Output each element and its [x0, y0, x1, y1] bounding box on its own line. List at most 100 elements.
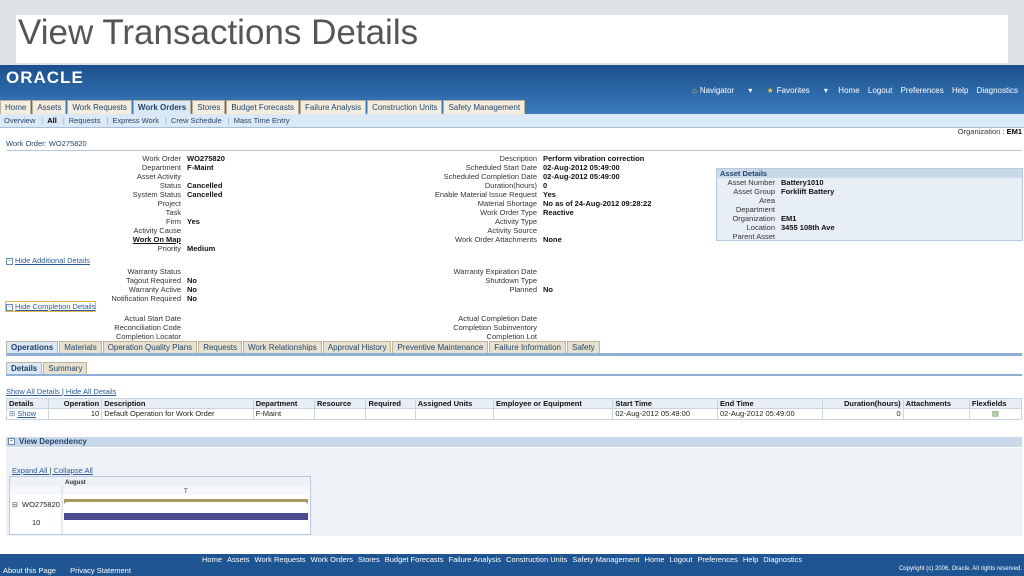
- field-row: Activity Source: [0, 226, 651, 235]
- field-label: Shutdown Type: [485, 276, 537, 285]
- main-tabs: Home Assets Work Requests Work Orders Stores…: [0, 100, 526, 114]
- field-row: Warranty Expiration Date: [0, 267, 553, 276]
- hide-completion-toggle[interactable]: − Hide Completion Details: [4, 301, 97, 312]
- asset-field-row: Asset Number Battery1010: [717, 178, 1022, 187]
- tab-assets[interactable]: Assets: [32, 100, 67, 114]
- expand-icon[interactable]: ⊞: [9, 409, 15, 418]
- gantt-chart: August T ⊟ WO275820 10: [9, 476, 311, 535]
- tab-budget-forecasts[interactable]: Budget Forecasts: [226, 100, 300, 114]
- field-row: Priority Medium: [0, 244, 225, 253]
- subnav-separator: |: [62, 116, 65, 125]
- asset-field-row: Parent Asset: [717, 232, 1022, 241]
- field-value: 02-Aug-2012 05:49:00: [543, 172, 620, 181]
- footer-link[interactable]: Stores: [358, 555, 380, 564]
- tab-stores[interactable]: Stores: [192, 100, 226, 114]
- global-link[interactable]: Preferences: [901, 86, 944, 95]
- about-page-link[interactable]: About this Page: [3, 566, 56, 575]
- table-header-row: Details Operation Description Department Res…: [5, 398, 1023, 409]
- cell-resource: [314, 408, 367, 420]
- show-details-link[interactable]: Show: [17, 409, 36, 418]
- field-value: None: [543, 235, 562, 244]
- asset-field-label: Area: [759, 196, 775, 205]
- asset-field-row: Department: [717, 205, 1022, 214]
- asset-field-value: Battery1010: [781, 178, 824, 187]
- field-row: Activity Type: [0, 217, 651, 226]
- footer-link[interactable]: Logout: [669, 555, 692, 564]
- footer-link[interactable]: Failure Analysis: [449, 555, 502, 564]
- field-label: Work Order Attachments: [455, 235, 537, 244]
- favorites-menu[interactable]: ★ Favorites ▾: [767, 86, 828, 95]
- footer-link[interactable]: Work Requests: [255, 555, 306, 564]
- field-label: Planned: [509, 285, 537, 294]
- footer-link[interactable]: Home: [644, 555, 664, 564]
- subnav-item[interactable]: Requests: [69, 116, 101, 125]
- tab-failure-analysis[interactable]: Failure Analysis: [300, 100, 367, 114]
- navigator-favorites: ⌂ Navigator ▾ ★ Favorites ▾: [692, 86, 840, 95]
- brand-bar: ORACLE ⌂ Navigator ▾ ★ Favorites ▾ Home Lo…: [0, 65, 1024, 115]
- tab-work-orders[interactable]: Work Orders: [132, 100, 192, 114]
- table-row: ⊞ Show 10 Default Operation for Work Order F…: [5, 408, 1023, 420]
- footer-link[interactable]: Budget Forecasts: [385, 555, 444, 564]
- hide-additional-toggle[interactable]: − Hide Additional Details: [6, 256, 90, 265]
- field-label: Description: [499, 154, 537, 163]
- field-value: Perform vibration correction: [543, 154, 645, 163]
- collapse-icon: −: [8, 438, 15, 446]
- tab-work-requests[interactable]: Work Requests: [67, 100, 132, 114]
- column-header: Description: [101, 398, 254, 409]
- tab-home[interactable]: Home: [0, 100, 32, 114]
- show-all-details-link[interactable]: Show All Details: [6, 387, 60, 396]
- column-header: Employee or Equipment: [493, 398, 614, 409]
- slide-title-bar: View Transactions Details: [16, 15, 1008, 63]
- footer-link[interactable]: Safety Management: [572, 555, 639, 564]
- subnav-separator: |: [41, 116, 44, 125]
- subnav-item[interactable]: Crew Schedule: [171, 116, 222, 125]
- cell-duration: 0: [821, 408, 904, 420]
- field-row: Completion Lot: [0, 332, 543, 341]
- gantt-month: August: [65, 480, 86, 486]
- cell-required: [365, 408, 416, 420]
- global-link[interactable]: Help: [952, 86, 968, 95]
- navigator-menu[interactable]: ⌂ Navigator ▾: [692, 86, 752, 95]
- footer-link[interactable]: Diagnostics: [763, 555, 802, 564]
- subnav-item[interactable]: All: [47, 116, 57, 125]
- additional-right: Warranty Expiration Date Shutdown Type Pla…: [0, 267, 553, 294]
- global-link[interactable]: Diagnostics: [977, 86, 1018, 95]
- hide-all-details-link[interactable]: Hide All Details: [66, 387, 116, 396]
- flexfield-icon[interactable]: ▤: [992, 409, 999, 418]
- subnav-item[interactable]: Mass Time Entry: [234, 116, 290, 125]
- footer: Home Assets Work Requests Work Orders Stores…: [0, 554, 1024, 576]
- privacy-link[interactable]: Privacy Statement: [70, 566, 131, 575]
- field-row: Completion Subinventory: [0, 323, 543, 332]
- tab-construction-units[interactable]: Construction Units: [367, 100, 443, 114]
- footer-link[interactable]: Assets: [227, 555, 250, 564]
- footer-link[interactable]: Home: [202, 555, 222, 564]
- gantt-header-bg: [10, 477, 310, 486]
- footer-link[interactable]: Preferences: [697, 555, 737, 564]
- field-row: Actual Completion Date: [0, 314, 543, 323]
- collapse-all-link[interactable]: Collapse All: [54, 466, 93, 475]
- asset-field-label: Parent Asset: [732, 232, 775, 241]
- global-link[interactable]: Home: [838, 86, 859, 95]
- footer-link[interactable]: Help: [743, 555, 758, 564]
- tab-underline: [6, 353, 1022, 356]
- gantt-subheader-bg: [10, 486, 310, 495]
- footer-link[interactable]: Construction Units: [506, 555, 567, 564]
- field-label: Completion Subinventory: [453, 323, 537, 332]
- asset-field-row: Location 3455 108th Ave: [717, 223, 1022, 232]
- field-value: 0: [543, 181, 548, 190]
- footer-link[interactable]: Work Orders: [311, 555, 353, 564]
- column-header: Attachments: [902, 398, 970, 409]
- asset-field-label: Department: [735, 205, 775, 214]
- cell-employee: [493, 408, 614, 420]
- completion-right: Actual Completion Date Completion Subinve…: [0, 314, 543, 341]
- view-dependency-header[interactable]: − View Dependency: [6, 437, 1022, 447]
- field-value: No: [543, 285, 553, 294]
- subnav-item[interactable]: Express Work: [112, 116, 159, 125]
- global-link[interactable]: Logout: [868, 86, 892, 95]
- gantt-day: T: [184, 489, 188, 495]
- global-links: Home Logout Preferences Help Diagnostics: [832, 86, 1018, 95]
- expand-all-link[interactable]: Expand All: [12, 466, 47, 475]
- subnav-item[interactable]: Overview: [4, 116, 35, 125]
- tab-safety-management[interactable]: Safety Management: [443, 100, 526, 114]
- asset-field-label: Asset Group: [733, 187, 775, 196]
